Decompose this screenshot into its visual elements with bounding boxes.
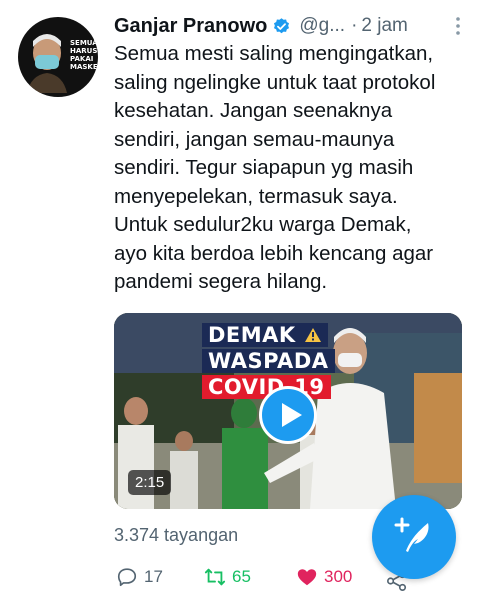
video-title-overlay: DEMAK WASPADA COVID-19 (202, 323, 335, 399)
tweet-text-line: sendiri. Tegur siapapun yg masih (114, 156, 414, 179)
tweet-text-line: kesehatan. Jangan seenaknya (114, 99, 393, 122)
verified-badge-icon (274, 17, 290, 33)
tweet-text: Semua mesti saling mengingatkan, saling … (114, 40, 464, 297)
more-vertical-icon[interactable] (448, 16, 468, 36)
avatar-portrait (27, 34, 67, 93)
compose-tweet-button[interactable] (372, 495, 456, 579)
tweet-timestamp[interactable]: 2 jam (361, 15, 407, 37)
tweet-text-line: Semua mesti saling mengingatkan, (114, 42, 434, 65)
author-handle[interactable]: @g... (299, 15, 345, 37)
tweet-text-line: menyepelekan, termasuk saya. (114, 184, 398, 208)
video-thumbnail[interactable]: DEMAK WASPADA COVID-19 2:15 (114, 313, 462, 509)
reply-count: 17 (144, 567, 163, 586)
author-avatar[interactable]: SEMUA HARUS PAKAI MASKER (18, 17, 98, 97)
retweet-count: 65 (232, 567, 251, 586)
tweet-text-line: ayo kita berdoa lebih kencang agar (114, 241, 434, 265)
play-icon[interactable] (259, 386, 317, 444)
tweet-header: Ganjar Pranowo @g... · 2 jam (114, 12, 464, 40)
author-name[interactable]: Ganjar Pranowo (114, 15, 267, 38)
tweet-text-line: pandemi segera hilang. (114, 270, 328, 293)
like-count: 300 (324, 567, 353, 586)
view-count: 3.374 tayangan (114, 525, 239, 545)
tweet-text-line: sendiri, jangan semau-maunya (114, 127, 395, 151)
video-duration: 2:15 (128, 470, 172, 495)
tweet-text-line: Untuk sedulur2ku warga Demak, (114, 213, 412, 236)
warning-icon (304, 328, 321, 342)
heart-icon (297, 569, 317, 586)
like-button[interactable]: 300 (296, 566, 352, 588)
avatar-slogan: SEMUA HARUS PAKAI MASKER (70, 39, 98, 71)
retweet-button[interactable]: 65 (204, 566, 251, 588)
compose-tweet-icon (394, 517, 429, 552)
reply-button[interactable]: 17 (116, 566, 163, 588)
retweet-icon (204, 568, 226, 586)
tweet-text-line: saling ngelingke untuk taat protokol (114, 70, 436, 94)
overlay-line-demak: DEMAK (202, 323, 328, 347)
reply-icon (117, 568, 137, 587)
header-separator: · (351, 15, 358, 36)
overlay-line-waspada: WASPADA (202, 349, 335, 373)
tweet-action-bar: 17 65 300 (116, 566, 416, 594)
